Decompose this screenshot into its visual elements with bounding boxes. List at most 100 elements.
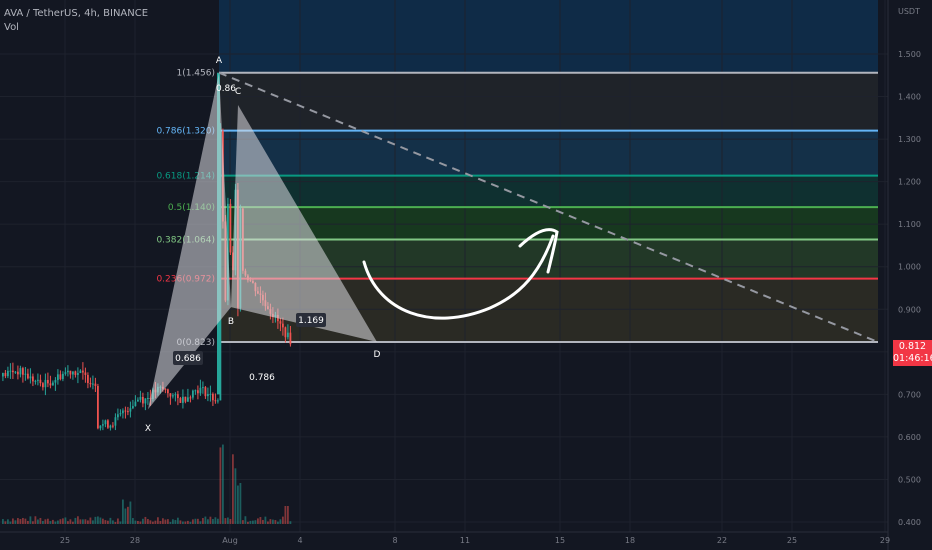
volume-bar: [62, 518, 64, 524]
volume-bar: [189, 521, 192, 524]
candle-body: [189, 397, 192, 399]
candle-body: [94, 383, 97, 386]
price-tick-label: 1.500: [898, 50, 921, 59]
candle-body: [179, 398, 182, 403]
volume-bar: [39, 517, 42, 524]
volume-bar: [244, 516, 247, 524]
volume-bar: [149, 520, 152, 524]
pattern-point-label: A: [216, 56, 223, 66]
time-tick-label: 15: [555, 536, 565, 545]
volume-bar: [184, 521, 187, 524]
volume-bar: [259, 517, 262, 524]
volume-bar: [274, 520, 277, 524]
candle-body: [194, 390, 197, 392]
candle-body: [129, 408, 132, 412]
volume-bar: [127, 506, 129, 524]
candle-body: [132, 406, 134, 409]
volume-bar: [197, 518, 199, 524]
candle-body: [187, 397, 189, 402]
volume-bar: [147, 519, 149, 524]
candle-body: [2, 372, 4, 377]
candle-body: [197, 390, 199, 394]
candle-body: [229, 203, 232, 253]
candle-body: [77, 373, 79, 375]
candle-body: [134, 401, 137, 407]
volume-bar: [32, 521, 34, 524]
volume-bar: [204, 516, 207, 524]
candle-body: [202, 387, 204, 389]
volume-bar: [219, 447, 222, 524]
price-tick-label: 1.100: [898, 220, 921, 229]
candle-body: [192, 390, 194, 398]
volume-bar: [54, 521, 57, 524]
candle-body: [92, 383, 94, 385]
candle-body: [59, 374, 62, 380]
volume-bar: [74, 517, 77, 524]
volume-bar: [217, 518, 219, 524]
volume-bar: [137, 520, 139, 524]
volume-bar: [239, 482, 242, 524]
volume-bar: [49, 521, 52, 524]
volume-bar: [92, 520, 94, 524]
volume-bar: [112, 520, 114, 524]
volume-bar: [14, 520, 17, 524]
volume-bar: [177, 517, 179, 524]
volume-bar: [17, 518, 19, 524]
volume-bar: [144, 516, 147, 524]
volume-bar: [29, 516, 32, 524]
candle-body: [19, 368, 22, 375]
candle-body: [104, 420, 107, 425]
candle-body: [82, 370, 84, 373]
volume-bar: [87, 520, 89, 524]
candle-body: [84, 372, 87, 375]
volume-bar: [72, 521, 74, 524]
candle-body: [102, 424, 104, 426]
volume-bar: [154, 520, 157, 524]
candle-body: [12, 370, 14, 373]
candle-body: [37, 379, 39, 381]
candle-body: [207, 394, 209, 397]
volume-bar: [122, 499, 124, 524]
candle-body: [119, 413, 122, 415]
volume-bar: [169, 521, 172, 524]
candle-body: [289, 332, 292, 345]
last-price-tag: 0.812 01:46:16: [893, 340, 932, 366]
volume-bar: [194, 518, 197, 524]
candle-body: [47, 379, 49, 384]
volume-bar: [179, 520, 182, 524]
volume-bar: [117, 518, 119, 524]
volume-label: Vol: [4, 22, 19, 33]
candle-body: [199, 387, 202, 394]
time-tick-label: 22: [717, 536, 727, 545]
volume-bar: [109, 517, 112, 524]
price-chart[interactable]: 1(1.456)0.786(1.320)0.618(1.214)0.5(1.14…: [0, 0, 932, 550]
volume-bar: [84, 519, 87, 524]
volume-bar: [209, 516, 212, 524]
volume-bar: [227, 517, 229, 524]
candle-body: [87, 374, 89, 383]
candle-body: [144, 398, 147, 404]
volume-bar: [247, 521, 249, 524]
volume-bar: [9, 521, 12, 524]
candle-body: [44, 379, 47, 388]
volume-bar: [252, 520, 254, 524]
candle-body: [112, 425, 114, 427]
volume-bar: [234, 468, 237, 524]
volume-bar: [224, 518, 227, 524]
volume-bar: [284, 506, 287, 524]
volume-bar: [229, 518, 232, 524]
volume-bar: [99, 517, 102, 524]
time-tick-label: 29: [880, 536, 890, 545]
price-tick-label: 0.700: [898, 390, 921, 399]
bar-countdown: 01:46:16: [893, 353, 932, 364]
candle-body: [279, 321, 282, 324]
price-axis-bg: [888, 0, 932, 550]
price-tick-label: 0.500: [898, 475, 921, 484]
candle-body: [74, 371, 77, 375]
candle-body: [69, 370, 72, 375]
candle-body: [22, 368, 24, 375]
volume-bar: [269, 519, 272, 524]
candle-body: [14, 371, 17, 373]
volume-bar: [199, 521, 202, 524]
fib-zone-top: [219, 0, 878, 73]
